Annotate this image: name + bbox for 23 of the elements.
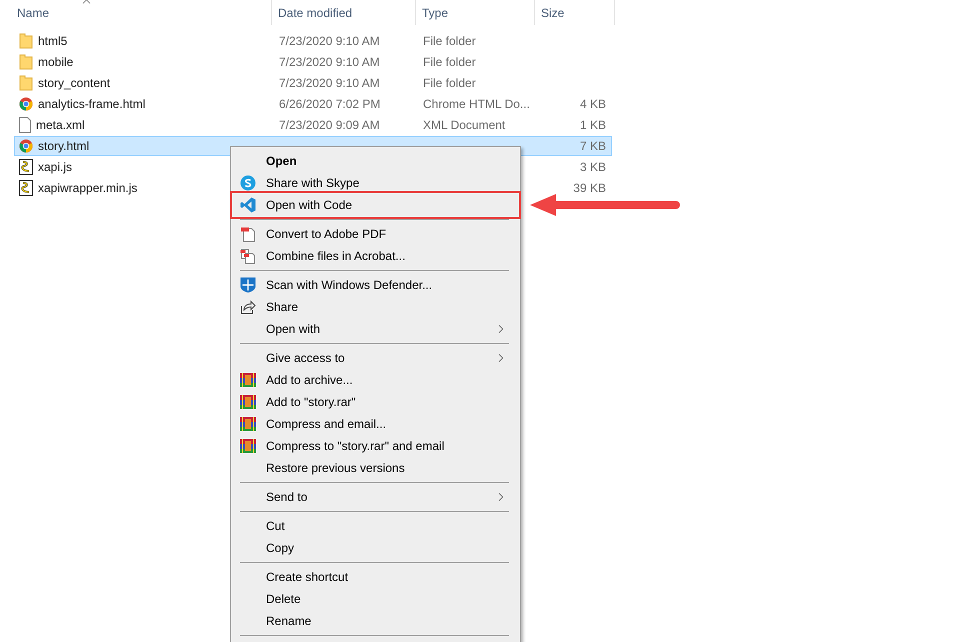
file-name: mobile xyxy=(38,55,74,69)
file-size: 7 KB xyxy=(580,139,607,153)
file-size: 39 KB xyxy=(573,181,607,195)
file-name: story.html xyxy=(38,139,90,153)
date-modified: 7/23/2020 9:09 AM xyxy=(278,118,381,132)
file-name: story_content xyxy=(38,76,110,90)
file-size: 3 KB xyxy=(580,160,607,174)
file-name: xapiwrapper.min.js xyxy=(38,181,138,195)
file-size: 1 KB xyxy=(580,118,607,132)
file-name: meta.xml xyxy=(36,118,85,132)
date-modified: 7/23/2020 9:10 AM xyxy=(278,34,381,48)
file-type: File folder xyxy=(422,76,477,90)
file-size: 4 KB xyxy=(580,97,607,111)
file-type: File folder xyxy=(422,34,477,48)
file-name: analytics-frame.html xyxy=(38,97,146,111)
file-name: xapi.js xyxy=(38,160,72,174)
date-modified: 6/26/2020 7:02 PM xyxy=(278,97,382,111)
file-type: File folder xyxy=(422,55,477,69)
date-modified: 7/23/2020 9:10 AM xyxy=(278,55,381,69)
file-type: XML Document xyxy=(422,118,506,132)
date-modified: 7/23/2020 9:10 AM xyxy=(278,76,381,90)
file-name: html5 xyxy=(38,34,68,48)
file-type: Chrome HTML Do... xyxy=(422,97,531,111)
